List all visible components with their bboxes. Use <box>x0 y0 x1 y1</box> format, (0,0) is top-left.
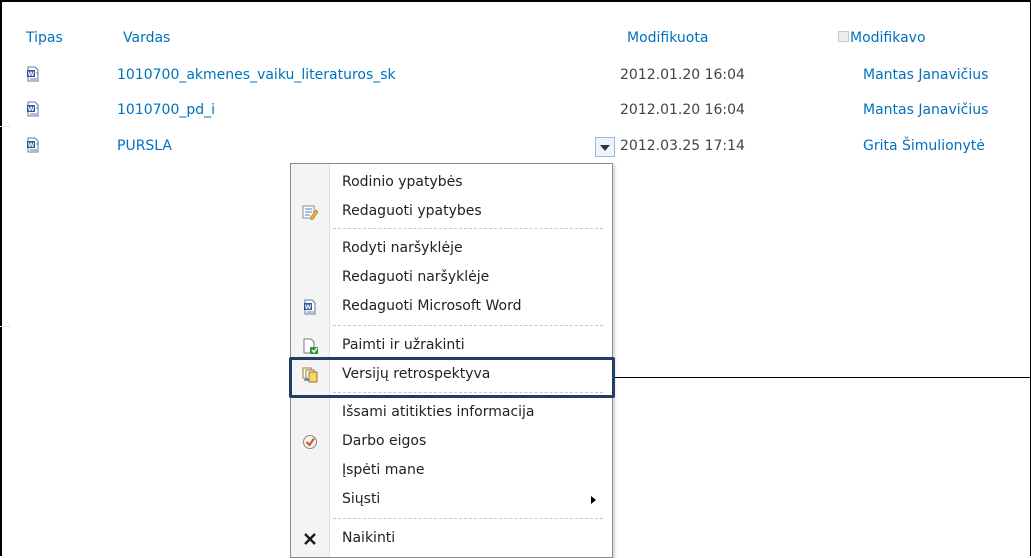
submenu-arrow-icon <box>591 496 596 504</box>
menu-item-workflows[interactable]: Darbo eigos <box>291 427 612 457</box>
document-name-link[interactable]: 1010700_pd_i <box>117 102 215 118</box>
menu-item-view-in-browser[interactable]: Rodyti naršyklėje <box>291 234 612 264</box>
menu-item-delete[interactable]: Naikinti <box>291 524 612 554</box>
delete-icon <box>304 533 316 545</box>
menu-item-label: Darbo eigos <box>342 433 427 449</box>
word-document-icon[interactable]: W <box>26 66 40 82</box>
check-out-icon <box>303 338 318 354</box>
svg-text:W: W <box>28 106 35 113</box>
menu-item-label: Išsami atitikties informacija <box>342 404 535 420</box>
workflow-icon <box>303 435 317 449</box>
document-name-link[interactable]: PURSLA <box>117 138 172 154</box>
menu-item-label: Redaguoti Microsoft Word <box>342 298 522 314</box>
svg-text:W: W <box>28 142 35 149</box>
menu-item-edit-in-word[interactable]: W Redaguoti Microsoft Word <box>291 292 612 322</box>
column-header-type[interactable]: Tipas <box>26 30 63 46</box>
row-divider <box>0 126 10 127</box>
menu-item-label: Rodyti naršyklėje <box>342 240 463 256</box>
select-checkbox[interactable] <box>838 31 849 42</box>
word-document-icon[interactable]: W <box>26 137 40 153</box>
menu-item-view-properties[interactable]: Rodinio ypatybės <box>291 168 612 198</box>
svg-text:W: W <box>28 71 35 78</box>
item-dropdown-button[interactable] <box>595 137 615 157</box>
modified-by-link[interactable]: Mantas Janavičius <box>863 67 988 83</box>
menu-item-label: Siųsti <box>342 491 381 507</box>
menu-separator <box>333 228 603 229</box>
menu-separator <box>333 325 603 326</box>
menu-item-edit-properties[interactable]: Redaguoti ypatybes <box>291 197 612 227</box>
menu-separator <box>333 518 603 519</box>
menu-item-label: Redaguoti ypatybes <box>342 203 482 219</box>
callout-line <box>615 377 1031 378</box>
word-document-icon[interactable]: W <box>26 101 40 117</box>
column-header-modified[interactable]: Modifikuota <box>627 30 708 46</box>
menu-item-label: Redaguoti naršyklėje <box>342 269 490 285</box>
menu-item-label: Rodinio ypatybės <box>342 174 463 190</box>
modified-date: 2012.01.20 16:04 <box>620 102 745 118</box>
edit-properties-icon <box>302 205 318 220</box>
column-header-name[interactable]: Vardas <box>123 30 170 46</box>
menu-item-label: Naikinti <box>342 530 396 546</box>
menu-item-alert-me[interactable]: Įspėti mane <box>291 456 612 486</box>
highlight-box <box>289 357 615 398</box>
menu-item-label: Paimti ir užrakinti <box>342 337 465 353</box>
menu-item-label: Įspėti mane <box>342 462 425 478</box>
menu-item-compliance-details[interactable]: Išsami atitikties informacija <box>291 398 612 428</box>
svg-text:W: W <box>305 304 312 311</box>
column-header-modified-by[interactable]: Modifikavo <box>850 30 926 46</box>
row-divider <box>0 326 10 327</box>
chevron-down-icon <box>600 145 610 151</box>
modified-date: 2012.01.20 16:04 <box>620 67 745 83</box>
modified-by-link[interactable]: Grita Šimulionytė <box>863 138 985 154</box>
modified-by-link[interactable]: Mantas Janavičius <box>863 102 988 118</box>
document-name-link[interactable]: 1010700_akmenes_vaiku_literaturos_sk <box>117 67 396 83</box>
menu-item-send-to[interactable]: Siųsti <box>291 485 612 515</box>
word-document-icon: W <box>304 299 316 315</box>
modified-date: 2012.03.25 17:14 <box>620 138 745 154</box>
menu-item-edit-in-browser[interactable]: Redaguoti naršyklėje <box>291 263 612 293</box>
